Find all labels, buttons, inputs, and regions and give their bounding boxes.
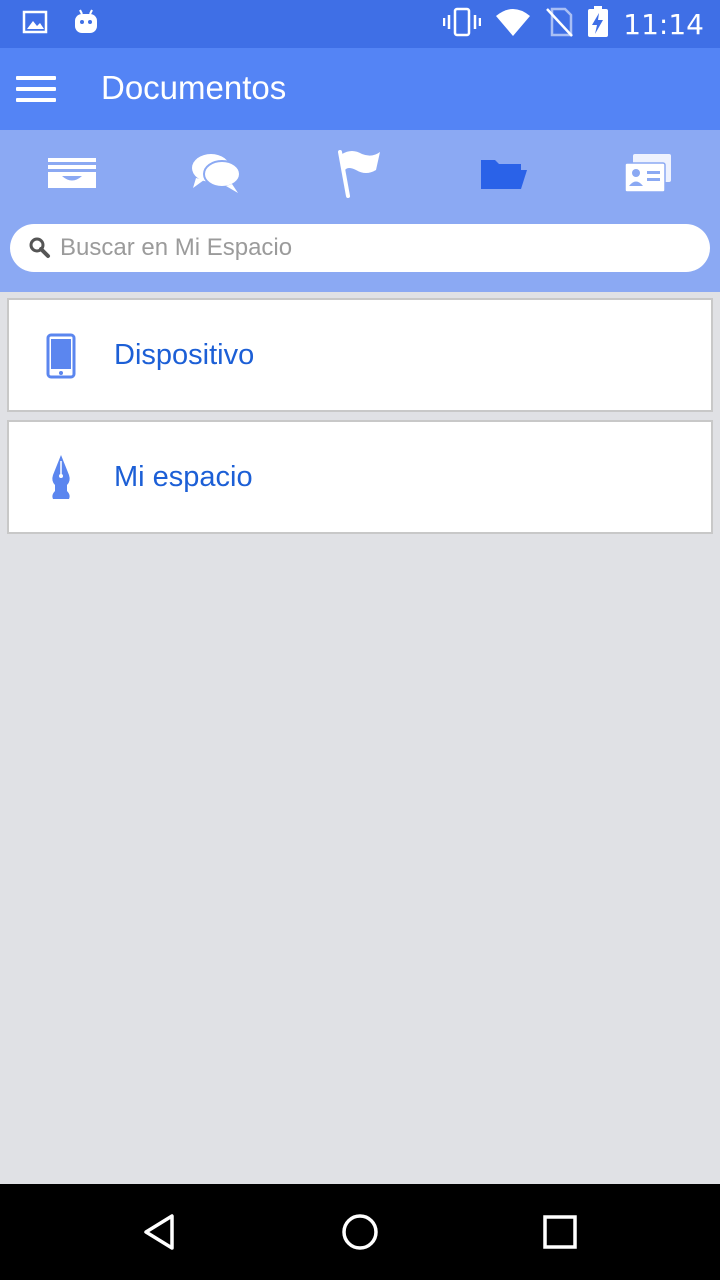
battery-charging-icon: [587, 6, 609, 43]
tab-strip: [0, 130, 720, 292]
android-icon: [72, 8, 100, 41]
item-label: Dispositivo: [114, 339, 255, 371]
image-icon: [22, 9, 48, 40]
tab-bar: [0, 144, 720, 206]
page-title: Documentos: [101, 69, 287, 106]
status-bar: 11:14: [0, 0, 720, 48]
system-nav-bar: [0, 1184, 720, 1280]
tab-folder[interactable]: [432, 144, 576, 206]
status-time: 11:14: [623, 7, 704, 41]
smartphone-icon: [43, 328, 79, 384]
folder-icon: [479, 156, 529, 195]
app-bar: Documentos: [0, 48, 720, 130]
search-input[interactable]: [60, 230, 690, 266]
contact-card-icon: [623, 153, 673, 198]
wifi-icon: [495, 7, 531, 42]
search-icon: [28, 236, 52, 265]
tab-contacts[interactable]: [576, 144, 720, 206]
item-label: Mi espacio: [114, 461, 253, 493]
no-sim-icon: [545, 7, 574, 42]
back-icon[interactable]: [136, 1208, 184, 1256]
recents-icon[interactable]: [536, 1208, 584, 1256]
chat-bubbles-icon: [190, 152, 242, 199]
hamburger-menu-icon[interactable]: [16, 70, 56, 108]
home-icon[interactable]: [336, 1208, 384, 1256]
vibrate-icon: [443, 7, 482, 42]
pen-nib-icon: [43, 450, 79, 506]
list-item-mi-espacio[interactable]: Mi espacio: [7, 420, 713, 534]
search-bar: [10, 224, 710, 272]
list-item-dispositivo[interactable]: Dispositivo: [7, 298, 713, 412]
tab-flag[interactable]: [288, 144, 432, 206]
tab-chat[interactable]: [144, 144, 288, 206]
tab-inbox[interactable]: [0, 144, 144, 206]
flag-icon: [338, 148, 382, 203]
inbox-tray-icon: [46, 156, 98, 195]
